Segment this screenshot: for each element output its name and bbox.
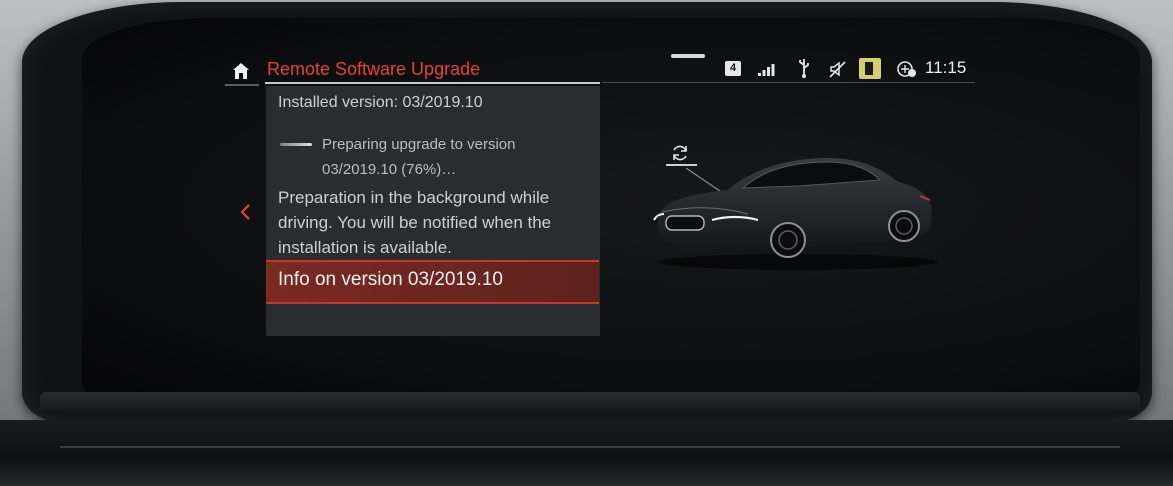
upgrade-progress-indicator [280, 143, 312, 146]
mute-icon [829, 61, 846, 78]
home-icon[interactable] [232, 62, 250, 80]
pull-down-handle[interactable] [671, 54, 705, 58]
dashboard-trim-line [60, 446, 1120, 448]
usb-icon [799, 59, 809, 78]
installed-version: Installed version: 03/2019.10 [278, 94, 483, 111]
vehicle-image [653, 158, 938, 270]
notification-badge: 4 [725, 61, 741, 76]
page-title: Remote Software Upgrade [267, 59, 481, 79]
preparing-version: 03/2019.10 (76%)… [322, 161, 457, 178]
sim-card-icon [859, 58, 881, 79]
dashboard-trim-lower [0, 420, 1173, 486]
info-on-version-label: Info on version 03/2019.10 [278, 269, 504, 290]
topbar-divider [602, 82, 975, 83]
preparing-status: Preparing upgrade to version [322, 136, 516, 153]
title-underline [265, 82, 600, 84]
clock: 11:15 [925, 58, 967, 77]
idrive-screen: Remote Software Upgrade 4 11:15 Installe… [82, 18, 1140, 393]
home-underline [225, 84, 259, 86]
display-bezel: Remote Software Upgrade 4 11:15 Installe… [22, 2, 1152, 422]
dashboard-trim-upper [40, 392, 1140, 414]
back-chevron-icon[interactable] [239, 203, 251, 221]
signal-strength-icon [758, 64, 775, 76]
connected-drive-icon [897, 61, 916, 77]
info-on-version-button[interactable]: Info on version 03/2019.10 [266, 260, 599, 304]
preparation-description: Preparation in the background while driv… [278, 188, 552, 257]
